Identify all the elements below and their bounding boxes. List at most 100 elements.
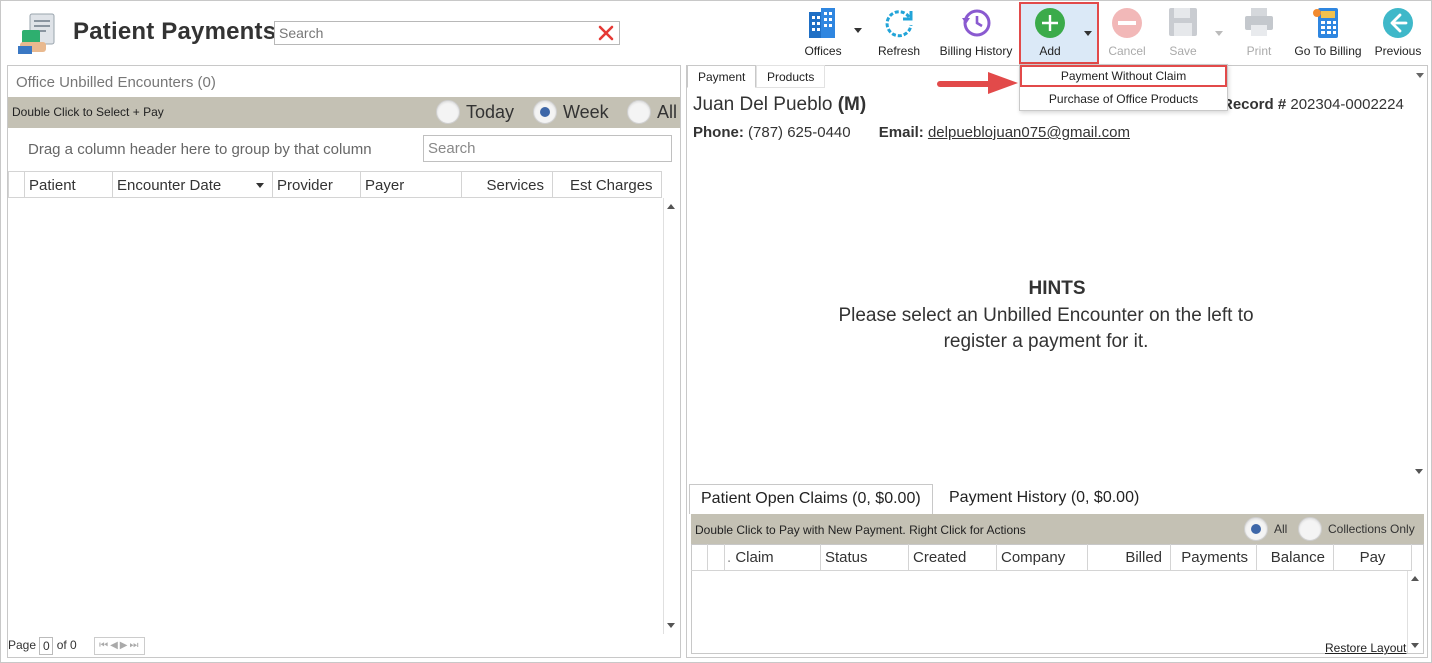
menu-purchase-office-products[interactable]: Purchase of Office Products [1020, 88, 1227, 110]
hints-body: Please select an Unbilled Encounter on t… [786, 303, 1306, 355]
tab-payment[interactable]: Payment [687, 65, 757, 88]
record-value: 202304-0002224 [1290, 96, 1404, 113]
cancel-icon [1112, 8, 1142, 38]
col-claim[interactable]: . Claim [725, 544, 821, 571]
billing-calculator-icon [1313, 8, 1338, 38]
col-billed[interactable]: Billed [1088, 544, 1171, 571]
clear-search-icon[interactable] [597, 24, 615, 42]
radio-all[interactable] [627, 100, 651, 124]
unbilled-encounters-title: Office Unbilled Encounters (0) [16, 74, 216, 91]
phone-value: (787) 625-0440 [748, 124, 851, 141]
page-of-label: of 0 [56, 638, 77, 653]
col-encounter-date[interactable]: Encounter Date [113, 171, 273, 198]
tab-products[interactable]: Products [756, 65, 826, 88]
encounters-grid-search[interactable] [423, 135, 672, 162]
scroll-up-icon[interactable] [667, 204, 675, 209]
detail-scroll-down-icon[interactable] [1415, 469, 1423, 474]
pager-nav-buttons[interactable]: ⏮◀▶⏭ [94, 637, 146, 655]
offices-icon [809, 8, 835, 38]
col-provider[interactable]: Provider [273, 171, 361, 198]
previous-button[interactable]: Previous [1372, 4, 1424, 62]
menu-payment-without-claim[interactable]: Payment Without Claim [1020, 65, 1227, 87]
save-button[interactable]: Save [1160, 4, 1206, 62]
add-button[interactable]: Add [1022, 4, 1078, 62]
add-dropdown-menu: Payment Without Claim Purchase of Office… [1019, 64, 1228, 111]
encounters-bar-text: Double Click to Select + Pay [12, 105, 164, 119]
patient-name: Juan Del Pueblo (M) [693, 94, 866, 116]
refresh-icon [885, 10, 913, 38]
patient-contact: Phone: (787) 625-0440 Email: delpuebloju… [693, 124, 1130, 141]
callout-arrow-icon [937, 72, 1018, 94]
group-by-hint: Drag a column header here to group by th… [28, 141, 372, 158]
encounters-filter-bar: Double Click to Select + Pay Today Week … [8, 97, 680, 128]
scroll-down-icon[interactable] [667, 623, 675, 628]
col-est-charges[interactable]: Est Charges [553, 171, 662, 198]
search-input[interactable] [275, 22, 585, 44]
col-created[interactable]: Created [909, 544, 997, 571]
go-to-billing-label: Go To Billing [1294, 44, 1362, 58]
radio-filter-all-label: All [1274, 522, 1288, 536]
print-label: Print [1246, 44, 1272, 58]
col-payer[interactable]: Payer [361, 171, 462, 198]
refresh-button[interactable]: Refresh [873, 4, 925, 62]
email-label: Email: [878, 124, 924, 141]
patient-payments-app-icon [18, 12, 58, 56]
radio-today[interactable] [436, 100, 460, 124]
radio-today-label: Today [466, 102, 515, 122]
col-pay[interactable]: Pay [1334, 544, 1412, 571]
hints-title: HINTS [1028, 278, 1086, 299]
page-title: Patient Payments [73, 18, 277, 45]
row-indicator-header [8, 171, 25, 198]
restore-layout-link[interactable]: Restore Layout [1325, 641, 1406, 655]
col-claim-label: Claim [735, 549, 774, 566]
cancel-label: Cancel [1108, 44, 1146, 58]
tabs-overflow-caret[interactable] [1416, 73, 1424, 78]
col-status[interactable]: Status [821, 544, 909, 571]
claims-scroll-up-icon[interactable] [1411, 576, 1419, 581]
print-button[interactable]: Print [1238, 4, 1280, 62]
col-payments[interactable]: Payments [1171, 544, 1257, 571]
col-balance[interactable]: Balance [1257, 544, 1334, 571]
billing-history-label: Billing History [939, 44, 1013, 58]
detail-scroll[interactable] [1412, 462, 1426, 482]
encounters-search-input[interactable] [424, 136, 671, 161]
col-company[interactable]: Company [997, 544, 1088, 571]
encounters-scrollbar[interactable] [663, 198, 677, 634]
page-number-input[interactable]: 0 [39, 637, 54, 655]
claims-scroll-down-icon[interactable] [1411, 643, 1419, 648]
col-patient[interactable]: Patient [25, 171, 113, 198]
offices-label: Offices [804, 44, 842, 58]
claims-indicator-col-2 [708, 544, 725, 571]
claim-col-dot: . [727, 549, 732, 566]
radio-collections-only-label: Collections Only [1328, 522, 1415, 536]
history-icon [962, 9, 991, 37]
radio-week[interactable] [533, 100, 557, 124]
claims-scrollbar[interactable] [1407, 571, 1421, 653]
save-dropdown-caret[interactable] [1215, 31, 1223, 36]
claims-indicator-col-1 [691, 544, 708, 571]
add-label: Add [1039, 44, 1061, 58]
tab-payment-history[interactable]: Payment History (0, $0.00) [938, 484, 1150, 514]
hints-line-1: Please select an Unbilled Encounter on t… [838, 305, 1254, 326]
page-label: Page [8, 638, 37, 653]
save-label: Save [1169, 44, 1197, 58]
add-icon [1035, 8, 1065, 38]
sort-descending-icon [256, 183, 264, 188]
add-dropdown-caret[interactable] [1084, 31, 1092, 36]
tab-patient-open-claims[interactable]: Patient Open Claims (0, $0.00) [689, 484, 933, 514]
radio-filter-all[interactable] [1244, 517, 1268, 541]
search-field[interactable] [274, 21, 620, 45]
save-icon [1169, 8, 1197, 36]
offices-button[interactable]: Offices [795, 4, 851, 62]
offices-dropdown-caret[interactable] [854, 28, 862, 33]
printer-icon [1245, 8, 1273, 36]
go-to-billing-button[interactable]: Go To Billing [1290, 4, 1366, 62]
encounters-pager: Page 0 of 0 ⏮◀▶⏭ [8, 637, 146, 657]
email-link[interactable]: delpueblojuan075@gmail.com [928, 124, 1130, 141]
record-label: Record # [1222, 96, 1287, 113]
cancel-button[interactable]: Cancel [1103, 4, 1151, 62]
refresh-label: Refresh [877, 44, 921, 58]
radio-collections-only[interactable] [1298, 517, 1322, 541]
col-services[interactable]: Services [462, 171, 553, 198]
billing-history-button[interactable]: Billing History [935, 4, 1017, 62]
